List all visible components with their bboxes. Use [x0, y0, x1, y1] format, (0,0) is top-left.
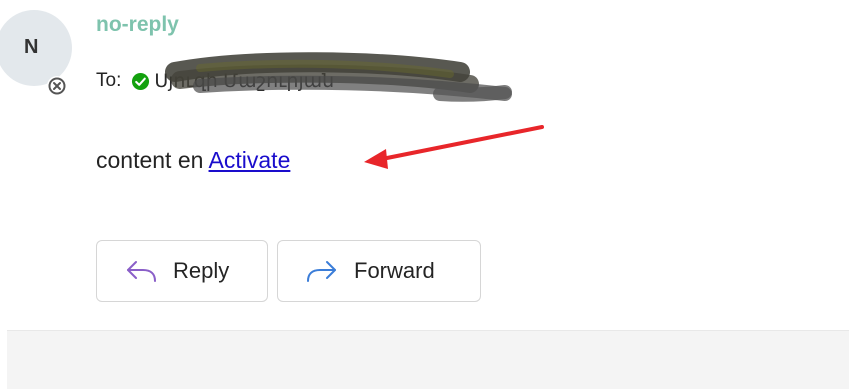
body-text: content en	[96, 147, 209, 173]
email-reading-pane: N no-reply To: Սյուզի Մաշուրյան content …	[0, 0, 849, 330]
message-body: content en Activate	[96, 147, 290, 174]
activate-link[interactable]: Activate	[209, 147, 291, 173]
forward-button[interactable]: Forward	[277, 240, 481, 302]
presence-available-icon	[132, 72, 150, 90]
reply-label: Reply	[173, 258, 230, 283]
forward-arrow-icon	[307, 261, 336, 282]
recipient-name: Սյուզի Մաշուրյան	[154, 70, 335, 92]
footer-bar	[7, 330, 849, 389]
recipient-chip[interactable]: Սյուզի Մաշուրյան	[131, 70, 334, 93]
avatar-initial: N	[24, 36, 39, 58]
presence-offline-icon	[47, 76, 67, 96]
reply-button[interactable]: Reply	[96, 240, 268, 302]
reply-arrow-icon	[127, 261, 156, 282]
forward-label: Forward	[354, 258, 435, 283]
sender-name[interactable]: no-reply	[96, 13, 179, 37]
to-label: To:	[96, 70, 122, 91]
annotation-arrow-icon	[364, 125, 544, 169]
sender-avatar[interactable]: N	[0, 10, 72, 96]
recipients-row: To: Սյուզի Մաշուրյան	[96, 66, 334, 96]
